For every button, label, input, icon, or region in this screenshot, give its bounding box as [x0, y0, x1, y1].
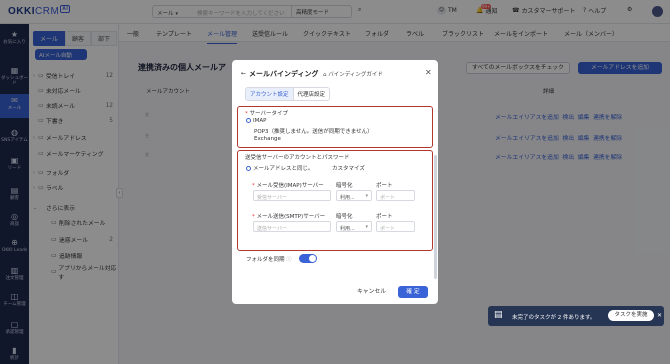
folder-sync-label: フォルダを同期 ⓘ	[246, 255, 292, 263]
encryption-label-2: 暗号化	[336, 214, 353, 220]
radio-label: メールアドレスと同じ。	[253, 166, 314, 172]
folder-sync-toggle[interactable]	[299, 254, 317, 263]
radio-selected-icon	[246, 118, 251, 123]
clipboard-icon: ▤	[494, 310, 503, 320]
guide-icon: ⌂	[323, 72, 327, 78]
dialog-title: メールバインディング	[249, 70, 319, 78]
task-toast: ▤ 未完了のタスクが 2 件あります。 タスクを実施 ✕	[488, 306, 664, 326]
radio-same-as-email[interactable]: メールアドレスと同じ。	[246, 164, 314, 172]
cancel-button[interactable]: キャンセル	[351, 286, 392, 298]
dialog-scrollbar[interactable]	[434, 155, 437, 279]
tab-account-settings[interactable]: アカウント設定	[246, 88, 294, 100]
radio-label: IMAP	[253, 118, 267, 124]
encryption-label: 暗号化	[336, 183, 353, 189]
radio-label: カスタマイズ	[332, 166, 365, 172]
imap-port-input[interactable]: ポート	[376, 190, 415, 201]
back-arrow-icon[interactable]: ←	[241, 70, 246, 77]
smtp-label-text: メール送信(SMTP)サーバー	[256, 214, 326, 220]
port-label-2: ポート	[376, 214, 393, 220]
radio-label: POP3（推奨しません。送信が同期できません）	[254, 129, 373, 135]
dialog-tabs: アカウント設定 代理店設定	[245, 87, 331, 101]
imap-server-input[interactable]: 受信サーバー	[253, 190, 331, 201]
tab-agent-settings[interactable]: 代理店設定	[293, 88, 330, 100]
imap-encryption-select[interactable]: 利用...	[336, 190, 372, 201]
smtp-server-input[interactable]: 送信サーバー	[253, 221, 331, 232]
radio-imap[interactable]: IMAP	[246, 118, 266, 124]
smtp-port-input[interactable]: ポート	[376, 221, 415, 232]
folder-sync-text: フォルダを同期	[246, 257, 285, 263]
server-type-text: サーバータイプ	[249, 111, 288, 117]
radio-customize[interactable]: カスタマイズ	[332, 164, 365, 172]
binding-guide-link[interactable]: ⌂ バインディングガイド	[323, 70, 383, 78]
server-type-label: * サーバータイプ	[245, 111, 288, 117]
radio-exchange[interactable]: Exchange	[254, 136, 281, 142]
radio-selected-icon	[246, 166, 251, 171]
imap-label-text: メール受信(IMAP)サーバー	[256, 183, 324, 189]
close-icon[interactable]: ✕	[657, 312, 662, 319]
account-section-label: 送受信サーバーのアカウントとパスワード	[245, 155, 350, 161]
imap-server-label: * メール受信(IMAP)サーバー	[252, 183, 324, 189]
radio-pop3[interactable]: POP3（推奨しません。送信が同期できません）	[254, 127, 373, 135]
close-icon[interactable]: ✕	[425, 68, 432, 77]
run-task-button[interactable]: タスクを実施	[608, 310, 654, 321]
radio-label: Exchange	[254, 136, 281, 142]
confirm-button[interactable]: 確 定	[398, 286, 428, 298]
smtp-encryption-select[interactable]: 利用...	[336, 221, 372, 232]
guide-label: バインディングガイド	[328, 72, 383, 78]
toast-text: 未完了のタスクが 2 件あります。	[512, 315, 596, 321]
port-label: ポート	[376, 183, 393, 189]
info-icon: ⓘ	[286, 257, 292, 263]
smtp-server-label: * メール送信(SMTP)サーバー	[252, 214, 326, 220]
